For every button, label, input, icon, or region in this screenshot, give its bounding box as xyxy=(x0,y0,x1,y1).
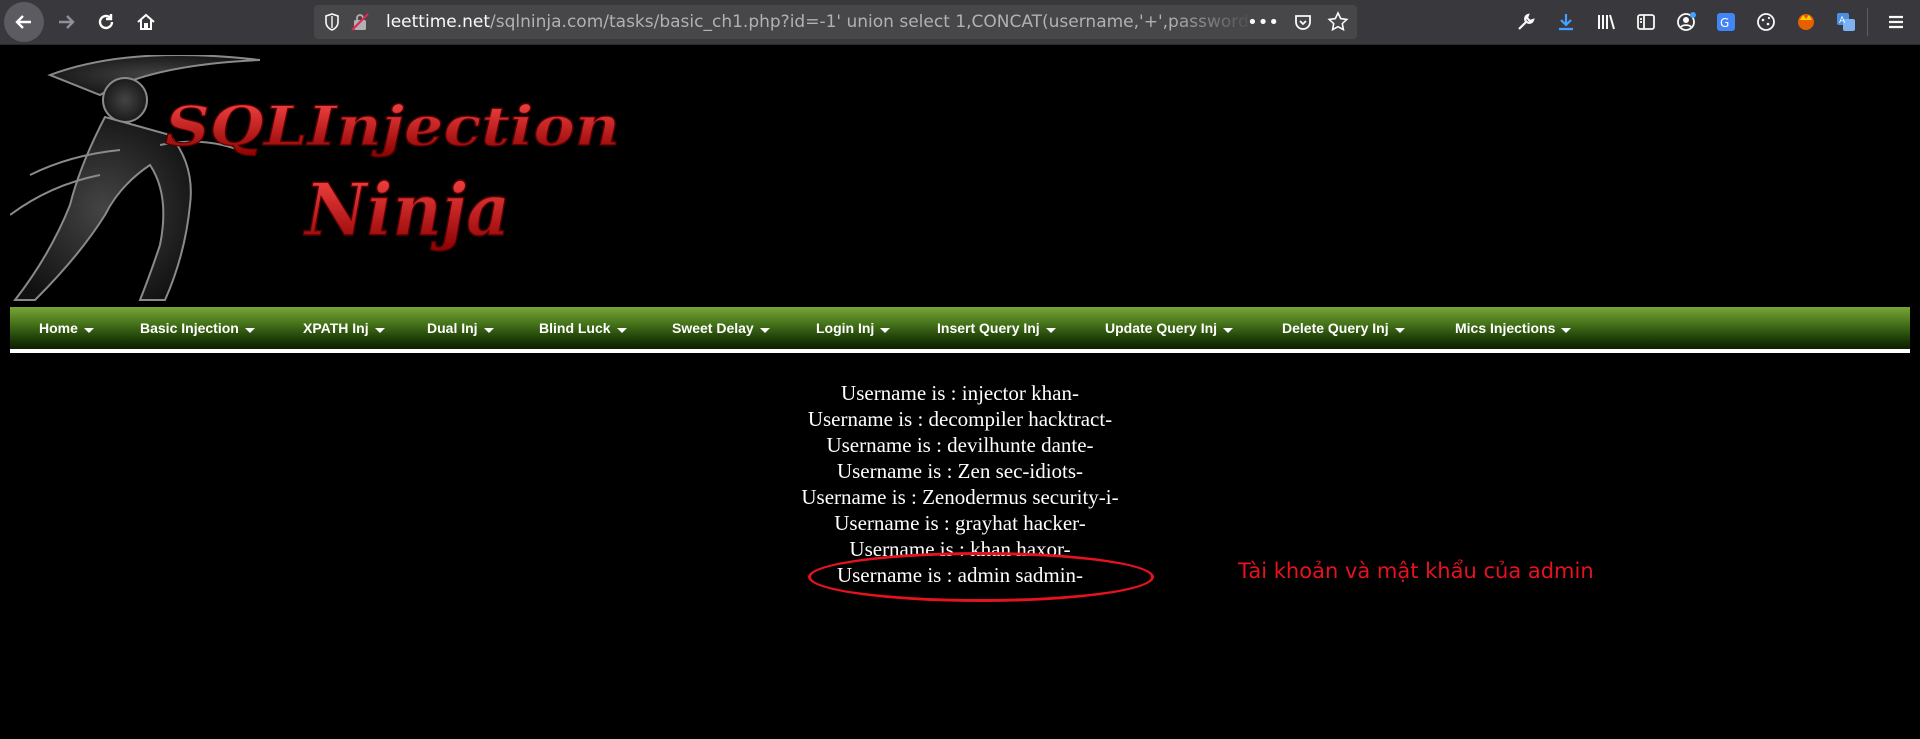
caret-down-icon xyxy=(244,327,255,333)
nav-item-label: Delete Query Inj xyxy=(1282,320,1389,336)
ninja-logo: SQLInjection Ninja xyxy=(9,54,621,301)
result-line: Username is : devilhunte dante- xyxy=(826,433,1094,457)
browser-toolbar: leettime.net/sqlninja.com/tasks/basic_ch… xyxy=(0,0,1920,45)
toolbar-separator xyxy=(1867,8,1868,36)
caret-down-icon xyxy=(1394,327,1405,333)
caret-down-icon xyxy=(1045,327,1056,333)
result-line: Username is : grayhat hacker- xyxy=(834,511,1086,535)
caret-down-icon xyxy=(1561,327,1572,333)
back-icon xyxy=(15,15,31,29)
caret-down-icon xyxy=(374,327,385,333)
result-line: Username is : Zen sec-idiots- xyxy=(836,459,1084,483)
sidebar-icon[interactable] xyxy=(1632,8,1660,36)
result-line: Username is : Zenodermus security-i- xyxy=(801,485,1119,509)
nav-item-label: Home xyxy=(39,320,78,336)
cookie-icon[interactable] xyxy=(1752,8,1780,36)
nav-item-label: Login Inj xyxy=(816,320,875,336)
nav-item-label: Dual Inj xyxy=(427,320,478,336)
download-icon[interactable] xyxy=(1552,8,1580,36)
shield-icon[interactable] xyxy=(322,12,342,32)
nav-item-update-query-inj[interactable]: Update Query Inj xyxy=(1105,320,1234,336)
translate-icon[interactable]: G xyxy=(1712,8,1740,36)
caret-down-icon xyxy=(1223,327,1234,333)
ellipsis-icon[interactable]: ••• xyxy=(1247,12,1279,33)
menu-icon[interactable] xyxy=(1878,4,1914,40)
url-bar[interactable]: leettime.net/sqlninja.com/tasks/basic_ch… xyxy=(314,5,1357,39)
nav-item-xpath-inj[interactable]: XPATH Inj xyxy=(303,320,385,336)
fox-icon[interactable] xyxy=(1792,8,1820,36)
caret-down-icon xyxy=(880,327,891,333)
result-line: Username is : decompiler hacktract- xyxy=(807,407,1113,431)
nav-item-label: Update Query Inj xyxy=(1105,320,1218,336)
nav-item-dual-inj[interactable]: Dual Inj xyxy=(427,320,494,336)
caret-down-icon xyxy=(616,327,627,333)
svg-text:G: G xyxy=(1720,16,1729,30)
nav-item-label: Insert Query Inj xyxy=(937,320,1040,336)
nav-item-login-inj[interactable]: Login Inj xyxy=(816,320,891,336)
back-button[interactable] xyxy=(4,2,44,42)
nav-item-delete-query-inj[interactable]: Delete Query Inj xyxy=(1282,320,1405,336)
highlight-oval xyxy=(808,552,1154,602)
main-nav: Home Basic Injection XPATH Inj Dual Inj … xyxy=(10,307,1910,353)
caret-down-icon xyxy=(759,327,770,333)
caret-down-icon xyxy=(483,327,494,333)
nav-item-label: Basic Injection xyxy=(140,320,239,336)
nav-item-home[interactable]: Home xyxy=(39,320,94,336)
home-button[interactable] xyxy=(128,4,164,40)
site-banner: SQLInjection Ninja xyxy=(9,54,621,305)
reload-icon xyxy=(98,14,114,30)
translate-alt-icon[interactable]: A xyxy=(1832,8,1860,36)
account-icon[interactable] xyxy=(1672,8,1700,36)
forward-icon xyxy=(59,15,75,29)
nav-item-sweet-delay[interactable]: Sweet Delay xyxy=(672,320,770,336)
wrench-icon[interactable] xyxy=(1512,8,1540,36)
bookmark-star-icon[interactable] xyxy=(1327,11,1349,33)
ninja-silhouette xyxy=(9,54,261,301)
home-icon xyxy=(137,13,155,30)
reload-button[interactable] xyxy=(88,4,124,40)
nav-item-mics-injections[interactable]: Mics Injections xyxy=(1455,320,1572,336)
annotation-text: Tài khoản và mật khẩu của admin xyxy=(1238,559,1594,583)
lock-icon[interactable] xyxy=(350,12,370,32)
pocket-icon[interactable] xyxy=(1293,12,1313,32)
result-line: Username is : injector khan- xyxy=(841,381,1079,405)
url-host: leettime.net xyxy=(386,12,491,32)
logo-line1: SQLInjection xyxy=(165,94,620,158)
forward-button[interactable] xyxy=(48,4,84,40)
logo-line2: Ninja xyxy=(303,167,510,252)
nav-item-label: XPATH Inj xyxy=(303,320,369,336)
nav-item-label: Sweet Delay xyxy=(672,320,754,336)
library-icon[interactable] xyxy=(1592,8,1620,36)
nav-item-insert-query-inj[interactable]: Insert Query Inj xyxy=(937,320,1056,336)
svg-text:A: A xyxy=(1839,16,1846,26)
caret-down-icon xyxy=(83,327,94,333)
nav-item-label: Mics Injections xyxy=(1455,320,1556,336)
nav-item-label: Blind Luck xyxy=(539,320,611,336)
url-text[interactable]: leettime.net/sqlninja.com/tasks/basic_ch… xyxy=(386,5,1256,39)
url-path: /sqlninja.com/tasks/basic_ch1.php?id=-1'… xyxy=(490,12,1256,32)
nav-item-basic-injection[interactable]: Basic Injection xyxy=(140,320,255,336)
nav-item-blind-luck[interactable]: Blind Luck xyxy=(539,320,627,336)
